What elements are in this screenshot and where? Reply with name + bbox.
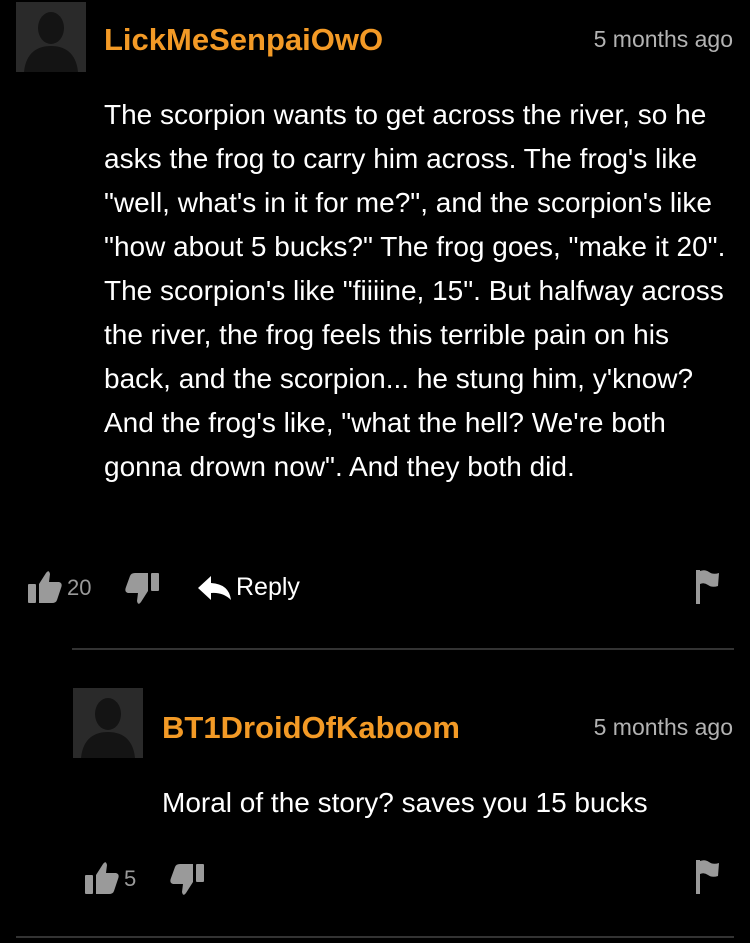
username[interactable]: BT1DroidOfKaboom [162,710,460,746]
flag-icon[interactable] [694,568,722,606]
username[interactable]: LickMeSenpaiOwO [104,22,383,58]
like-count: 20 [67,575,92,600]
user-silhouette-icon [73,688,143,758]
thumbs-down-icon[interactable] [168,862,206,898]
comment-text: Moral of the story? saves you 15 bucks [162,787,648,818]
divider [72,648,734,650]
reply-button[interactable]: Reply [236,573,300,602]
user-silhouette-icon [16,2,86,72]
flag-icon[interactable] [694,858,722,896]
thumbs-up-icon[interactable] [83,858,121,896]
like-count: 5 [124,866,137,891]
thumbs-down-icon[interactable] [123,571,161,607]
timestamp: 5 months ago [593,714,733,740]
avatar[interactable] [16,2,86,72]
thumbs-up-icon[interactable] [26,567,64,605]
timestamp: 5 months ago [593,26,733,52]
reply-arrow-icon[interactable] [197,574,233,602]
divider [16,936,734,938]
comment-text: The scorpion wants to get across the riv… [104,99,726,482]
avatar[interactable] [73,688,143,758]
